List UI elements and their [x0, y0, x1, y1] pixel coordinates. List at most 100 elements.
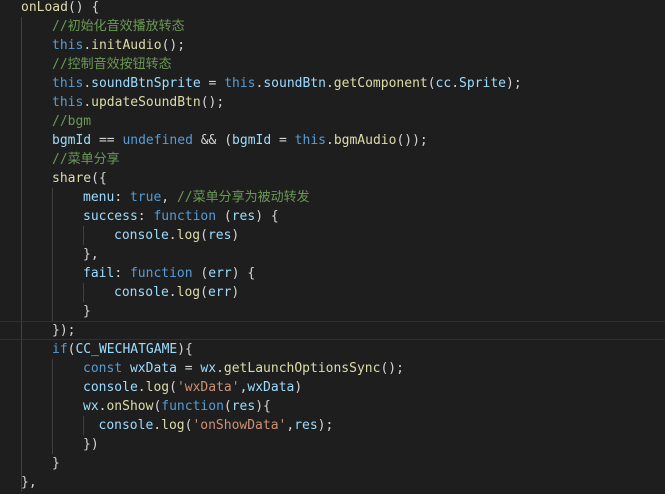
code-token: success [83, 209, 138, 224]
code-token: wx [200, 361, 217, 376]
code-token: console [98, 418, 154, 433]
code-token: && ( [192, 133, 233, 148]
code-token: ){ [255, 399, 271, 414]
code-token: res [231, 399, 256, 414]
code-token: . [168, 228, 177, 243]
code-token: = [200, 76, 225, 91]
code-line[interactable]: }) [0, 435, 99, 454]
code-line[interactable]: //控制音效按钮转态 [0, 55, 172, 74]
code-token: }) [83, 437, 99, 452]
code-token: ()); [396, 133, 428, 148]
code-token: initAudio [91, 38, 162, 53]
code-line-current[interactable]: }); [0, 321, 665, 340]
code-line[interactable]: wx.onShow(function(res){ [0, 397, 271, 416]
code-token: . [216, 361, 224, 376]
code-token: ){ [177, 342, 193, 357]
code-token: wxData [247, 380, 295, 395]
code-token: 'wxData' [176, 380, 240, 395]
code-token: . [83, 95, 92, 110]
code-token: () { [67, 0, 100, 15]
code-token: onShow [106, 399, 154, 414]
code-line[interactable]: console.log('wxData',wxData) [0, 378, 302, 397]
code-line[interactable]: }, [0, 473, 37, 492]
code-line[interactable]: this.initAudio(); [0, 36, 185, 55]
code-line[interactable]: this.soundBtnSprite = this.soundBtn.getC… [0, 74, 522, 93]
code-token: . [83, 38, 92, 53]
code-line[interactable]: menu: true, //菜单分享为被动转发 [0, 188, 310, 207]
code-token: ) [231, 228, 240, 243]
code-token: , [286, 418, 295, 433]
code-token: this [224, 76, 256, 91]
code-token: ); [317, 418, 334, 433]
code-token: bgmAudio [333, 133, 397, 148]
code-token: this [52, 76, 84, 91]
code-line[interactable]: this.updateSoundBtn(); [0, 93, 224, 112]
code-token: updateSoundBtn [91, 95, 201, 110]
code-token: 'onShowData' [192, 418, 287, 433]
code-token: function [161, 399, 224, 414]
code-token: ( [427, 76, 436, 91]
code-token: log [161, 418, 185, 433]
code-token: (); [161, 38, 186, 53]
code-token: }, [21, 475, 37, 490]
code-line[interactable]: share({ [0, 169, 107, 188]
code-line[interactable]: } [0, 454, 60, 473]
code-token: res [207, 228, 232, 243]
code-token: , [161, 190, 177, 205]
code-line[interactable]: bgmId == undefined && (bgmId = this.bgmA… [0, 131, 428, 150]
code-token: soundBtnSprite [91, 76, 201, 91]
code-token: == [91, 133, 123, 148]
code-line[interactable]: console.log(res) [0, 226, 239, 245]
code-token: fail [83, 266, 115, 281]
code-token: wx [83, 399, 99, 414]
code-line[interactable]: const wxData = wx.getLaunchOptionsSync()… [0, 359, 404, 378]
code-token: console [114, 228, 169, 243]
code-token: this [52, 38, 84, 53]
code-token: true [129, 190, 162, 205]
code-token: (); [200, 95, 225, 110]
code-line[interactable]: if(CC_WECHATGAME){ [0, 340, 193, 359]
code-line[interactable]: //初始化音效播放转态 [0, 17, 185, 36]
code-token: log [176, 285, 201, 300]
code-editor[interactable]: onLoad() {//初始化音效播放转态 this.initAudio();//… [0, 0, 665, 494]
code-token: = [176, 361, 201, 376]
code-token: wxData [129, 361, 177, 376]
code-token: . [325, 76, 334, 91]
code-line[interactable]: success: function (res) { [0, 207, 279, 226]
code-token: //bgm [52, 114, 92, 129]
code-token: ( [223, 399, 232, 414]
code-line[interactable]: console.log(err) [0, 283, 239, 302]
code-token: undefined [122, 133, 193, 148]
code-token: bgmId [232, 133, 272, 148]
code-line[interactable]: fail: function (err) { [0, 264, 255, 283]
code-token: = [271, 133, 295, 148]
code-token: : [114, 266, 130, 281]
code-token: : [114, 190, 130, 205]
code-token: . [451, 76, 460, 91]
code-line[interactable]: }, [0, 245, 99, 264]
code-token: } [83, 304, 91, 319]
code-token: log [176, 228, 201, 243]
code-token: ({ [91, 171, 107, 186]
code-token: share [52, 171, 92, 186]
code-token: . [153, 418, 162, 433]
code-token: //菜单分享 [52, 152, 120, 167]
code-token: if [52, 342, 68, 357]
code-token: ) { [255, 209, 279, 224]
code-token: ) [231, 285, 240, 300]
code-token: console [114, 285, 169, 300]
code-line[interactable]: } [0, 302, 91, 321]
code-token: ); [506, 76, 522, 91]
code-line[interactable]: //bgm [0, 112, 91, 131]
code-token: ( [200, 228, 208, 243]
code-token: onLoad [21, 0, 68, 15]
code-token: ( [200, 285, 208, 300]
code-token: //初始化音效播放转态 [52, 19, 185, 34]
code-line[interactable]: onLoad() { [0, 0, 99, 17]
code-token: : [137, 209, 154, 224]
code-token: cc [435, 76, 452, 91]
code-line[interactable]: console.log('onShowData',res); [0, 416, 334, 435]
code-token: res [231, 209, 256, 224]
code-line[interactable]: //菜单分享 [0, 150, 120, 169]
